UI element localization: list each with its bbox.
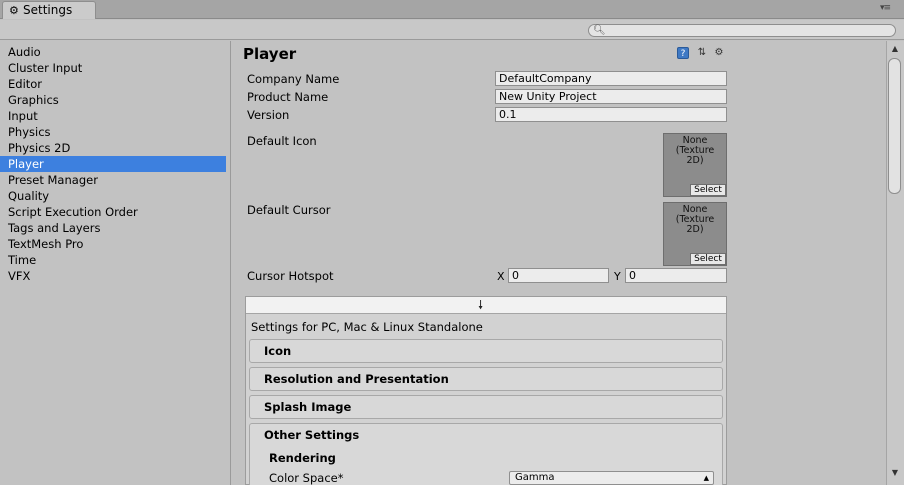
gear-icon[interactable]: ⚙ bbox=[713, 47, 725, 59]
default-icon-label: Default Icon bbox=[247, 134, 317, 148]
default-icon-texture-field[interactable]: None (Texture 2D) Select bbox=[663, 133, 727, 197]
scroll-down-icon[interactable]: ▼ bbox=[887, 467, 903, 479]
sidebar-item-graphics[interactable]: Graphics bbox=[0, 92, 226, 108]
product-name-label: Product Name bbox=[247, 90, 329, 104]
foldout-other-settings-label: Other Settings bbox=[264, 428, 360, 442]
sidebar-item-time[interactable]: Time bbox=[0, 252, 226, 268]
product-name-field[interactable]: New Unity Project bbox=[495, 89, 727, 104]
sidebar-item-vfx[interactable]: VFX bbox=[0, 268, 226, 284]
foldout-icon-label: Icon bbox=[264, 344, 292, 358]
dropdown-arrow-icon: ▲ bbox=[703, 474, 709, 482]
rendering-heading: Rendering bbox=[269, 451, 336, 465]
default-icon-select-button[interactable]: Select bbox=[690, 184, 726, 196]
hotspot-y-label: Y bbox=[614, 270, 621, 283]
platform-title: Settings for PC, Mac & Linux Standalone bbox=[251, 320, 483, 334]
company-name-field[interactable]: DefaultCompany bbox=[495, 71, 727, 86]
sidebar-item-input[interactable]: Input bbox=[0, 108, 226, 124]
foldout-resolution-and-presentation[interactable]: Resolution and Presentation bbox=[249, 367, 723, 391]
sidebar-item-editor[interactable]: Editor bbox=[0, 76, 226, 92]
sidebar-item-physics[interactable]: Physics bbox=[0, 124, 226, 140]
tab-label: Settings bbox=[23, 3, 73, 17]
sidebar-item-textmesh-pro[interactable]: TextMesh Pro bbox=[0, 236, 226, 252]
default-cursor-texture-field[interactable]: None (Texture 2D) Select bbox=[663, 202, 727, 266]
company-name-label: Company Name bbox=[247, 72, 340, 86]
color-space-dropdown[interactable]: Gamma ▲ bbox=[509, 471, 714, 485]
scrollbar-thumb[interactable] bbox=[888, 58, 901, 194]
sidebar-item-quality[interactable]: Quality bbox=[0, 188, 226, 204]
default-icon-texture-label: None (Texture 2D) bbox=[675, 135, 715, 166]
standalone-platform-icon[interactable]: 🠗 bbox=[478, 298, 483, 312]
version-field[interactable]: 0.1 bbox=[495, 107, 727, 122]
sidebar-item-physics-2d[interactable]: Physics 2D bbox=[0, 140, 226, 156]
foldout-splash-label: Splash Image bbox=[264, 400, 352, 414]
page-title: Player bbox=[243, 45, 297, 63]
window-menu-icon[interactable]: ▾≡ bbox=[880, 3, 891, 13]
sidebar-item-player[interactable]: Player bbox=[0, 156, 226, 172]
settings-sidebar: Audio Cluster Input Editor Graphics Inpu… bbox=[0, 41, 231, 485]
preset-icon[interactable]: ⇅ bbox=[696, 47, 708, 59]
default-cursor-label: Default Cursor bbox=[247, 203, 331, 217]
platform-tab-bar bbox=[246, 297, 726, 314]
color-space-value: Gamma bbox=[515, 472, 555, 483]
version-label: Version bbox=[247, 108, 290, 122]
hotspot-x-field[interactable]: 0 bbox=[508, 268, 609, 283]
sidebar-item-preset-manager[interactable]: Preset Manager bbox=[0, 172, 226, 188]
hotspot-x-label: X bbox=[497, 270, 505, 283]
color-space-label: Color Space* bbox=[269, 471, 344, 485]
foldout-resolution-label: Resolution and Presentation bbox=[264, 372, 449, 386]
foldout-splash-image[interactable]: Splash Image bbox=[249, 395, 723, 419]
window-titlebar bbox=[0, 0, 904, 19]
sidebar-item-cluster-input[interactable]: Cluster Input bbox=[0, 60, 226, 76]
settings-gear-icon: ⚙ bbox=[9, 4, 19, 17]
foldout-icon[interactable]: Icon bbox=[249, 339, 723, 363]
tab-settings[interactable]: ⚙ Settings bbox=[2, 1, 96, 19]
search-icon: 🔍︎ bbox=[593, 25, 606, 36]
default-cursor-select-button[interactable]: Select bbox=[690, 253, 726, 265]
search-input[interactable] bbox=[588, 24, 896, 37]
hotspot-y-field[interactable]: 0 bbox=[625, 268, 727, 283]
sidebar-item-tags-and-layers[interactable]: Tags and Layers bbox=[0, 220, 226, 236]
default-cursor-texture-label: None (Texture 2D) bbox=[675, 204, 715, 235]
help-icon[interactable]: ? bbox=[677, 47, 689, 59]
sidebar-item-script-execution-order[interactable]: Script Execution Order bbox=[0, 204, 226, 220]
cursor-hotspot-label: Cursor Hotspot bbox=[247, 269, 334, 283]
scroll-up-icon[interactable]: ▲ bbox=[887, 43, 903, 55]
sidebar-item-audio[interactable]: Audio bbox=[0, 44, 226, 60]
